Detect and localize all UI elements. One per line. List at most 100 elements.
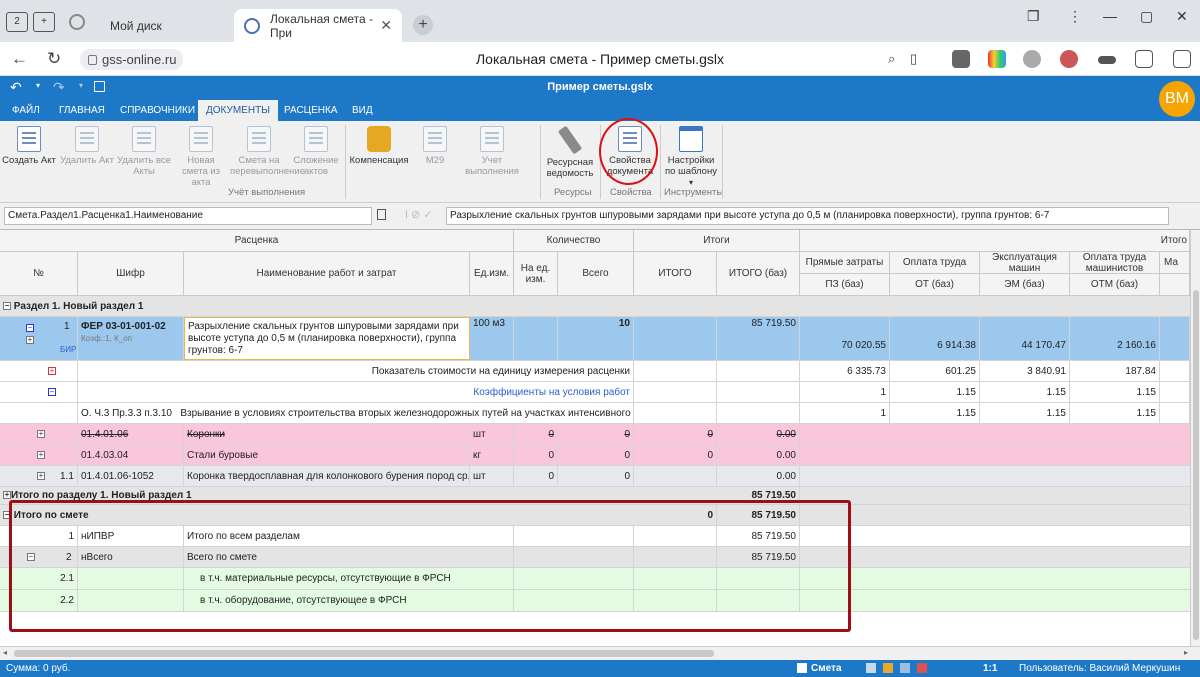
- unit-cell[interactable]: шт: [470, 424, 514, 444]
- delete-all-acts-button[interactable]: Удалить все Акты: [115, 126, 173, 177]
- tab-references[interactable]: СПРАВОЧНИКИ: [112, 100, 203, 121]
- scroll-left-icon[interactable]: ◂: [3, 648, 7, 657]
- collapse-icon[interactable]: −: [3, 302, 11, 311]
- expand-icon[interactable]: +: [37, 430, 45, 439]
- bookmark-icon[interactable]: ▯: [910, 51, 917, 67]
- table-row[interactable]: − Коэффициенты на условия работ 1 1.15 1…: [0, 382, 1190, 403]
- collapse-icon[interactable]: −: [26, 324, 34, 332]
- otm-cell[interactable]: 2 160.16: [1070, 317, 1160, 360]
- expand-icon[interactable]: +: [37, 472, 45, 481]
- compensation-button[interactable]: Компенсация: [348, 126, 410, 166]
- network-icon[interactable]: [866, 663, 876, 673]
- otm-cell[interactable]: 1.15: [1070, 382, 1160, 402]
- header-total[interactable]: Всего: [558, 252, 634, 296]
- itogo-baz-cell[interactable]: 0.00: [717, 466, 800, 486]
- delete-act-button[interactable]: Удалить Акт: [60, 126, 114, 166]
- user-avatar[interactable]: ВМ: [1159, 81, 1195, 117]
- pz-cell[interactable]: 70 020.55: [800, 317, 890, 360]
- scroll-right-icon[interactable]: ▸: [1184, 648, 1188, 657]
- reload-icon[interactable]: ↻: [47, 49, 61, 69]
- header-code[interactable]: Шифр: [78, 252, 184, 296]
- table-row[interactable]: +1.1 01.4.01.06-1052 Коронка твердосплав…: [0, 466, 1190, 487]
- collapse-icon[interactable]: −: [48, 388, 56, 397]
- pz-cell[interactable]: 1: [800, 382, 890, 402]
- header-pz-baz[interactable]: ПЗ (баз): [800, 274, 890, 296]
- header-otm-baz[interactable]: ОТМ (баз): [1070, 274, 1160, 296]
- ot-cell[interactable]: 601.25: [890, 361, 980, 381]
- resource-name[interactable]: Стали буровые: [184, 445, 470, 465]
- itogo-cell[interactable]: [634, 317, 717, 360]
- resource-code[interactable]: 01.4.01.06-1052: [78, 466, 184, 486]
- per-unit-cell[interactable]: [514, 317, 558, 360]
- tab-counter-badge[interactable]: 2: [6, 12, 28, 32]
- close-tab-icon[interactable]: ✕: [380, 17, 392, 34]
- whatsapp-icon[interactable]: [1023, 50, 1041, 68]
- horizontal-scrollbar[interactable]: ◂ ▸: [0, 646, 1200, 660]
- total-cell[interactable]: 0: [558, 424, 634, 444]
- total-cell[interactable]: 10: [558, 317, 634, 360]
- header-labor[interactable]: Оплата труда: [890, 252, 980, 274]
- tab-file[interactable]: ФАЙЛ: [4, 100, 48, 121]
- itogo-cell[interactable]: [634, 466, 717, 486]
- scrollbar-thumb[interactable]: [1193, 290, 1199, 640]
- zoom-scale[interactable]: 1:1: [983, 663, 997, 674]
- header-machines[interactable]: Эксплуатация машин: [980, 252, 1070, 274]
- header-machinist-labor[interactable]: Оплата труда машинистов: [1070, 252, 1160, 274]
- ot-cell[interactable]: 1.15: [890, 382, 980, 402]
- ma-cell[interactable]: [1160, 317, 1190, 360]
- tab-view[interactable]: ВИД: [344, 100, 381, 121]
- resource-code[interactable]: 01.4.03.04: [78, 445, 184, 465]
- expand-icon[interactable]: +: [3, 491, 11, 500]
- close-window-icon[interactable]: ✕: [1176, 8, 1188, 25]
- header-itogo-baz[interactable]: ИТОГО (баз): [717, 252, 800, 296]
- header-number[interactable]: №: [0, 252, 78, 296]
- table-row[interactable]: + 01.4.03.04 Стали буровые кг 0 0 0 0.00: [0, 445, 1190, 466]
- header-ot-baz[interactable]: ОТ (баз): [890, 274, 980, 296]
- pz-cell[interactable]: 1: [800, 403, 890, 423]
- save-icon[interactable]: [900, 663, 910, 673]
- search-icon[interactable]: ⌕: [888, 51, 895, 67]
- extension-icon[interactable]: [1060, 50, 1078, 68]
- section-row[interactable]: − Раздел 1. Новый раздел 1: [0, 296, 1190, 317]
- resource-code[interactable]: 01.4.01.06: [78, 424, 184, 444]
- download-icon[interactable]: [1098, 56, 1116, 64]
- name-cell-editing[interactable]: Разрыхление скальных грунтов шпуровыми з…: [184, 317, 470, 360]
- itogo-baz-cell[interactable]: 0.00: [717, 445, 800, 465]
- header-ma[interactable]: Ма: [1160, 252, 1190, 274]
- overrun-estimate-button[interactable]: Смета на перевыполнение: [230, 126, 305, 177]
- extension-icon[interactable]: [1135, 50, 1153, 68]
- minimize-icon[interactable]: —: [1103, 8, 1117, 24]
- table-row[interactable]: О. Ч.3 Пр.3.3 п.3.10 Взрывание в условия…: [0, 403, 1190, 424]
- status-mode[interactable]: Смета: [811, 663, 842, 674]
- vertical-scrollbar[interactable]: [1190, 230, 1200, 647]
- pz-cell[interactable]: 6 335.73: [800, 361, 890, 381]
- menu-icon[interactable]: ⋮: [1068, 8, 1082, 25]
- ot-cell[interactable]: 1.15: [890, 403, 980, 423]
- scrollbar-thumb[interactable]: [14, 650, 714, 657]
- tab-home[interactable]: ГЛАВНАЯ: [51, 100, 113, 121]
- total-cell[interactable]: 0: [558, 445, 634, 465]
- em-cell[interactable]: 44 170.47: [980, 317, 1070, 360]
- otm-cell[interactable]: 187.84: [1070, 361, 1160, 381]
- header-em-baz[interactable]: ЭМ (баз): [980, 274, 1070, 296]
- expand-icon[interactable]: +: [48, 367, 56, 376]
- header-itogo[interactable]: ИТОГО: [634, 252, 717, 296]
- unit-cell[interactable]: шт: [470, 466, 514, 486]
- extension-icon[interactable]: [952, 50, 970, 68]
- itogo-cell[interactable]: 0: [634, 445, 717, 465]
- header-direct-costs[interactable]: Прямые затраты: [800, 252, 890, 274]
- expand-icon[interactable]: +: [37, 451, 45, 460]
- unit-cell[interactable]: кг: [470, 445, 514, 465]
- cell-value-field[interactable]: Разрыхление скальных грунтов шпуровыми з…: [446, 207, 1169, 225]
- new-tab-group-icon[interactable]: +: [33, 12, 55, 32]
- bookmarks-icon[interactable]: ❐: [1027, 8, 1040, 25]
- em-cell[interactable]: 1.15: [980, 382, 1070, 402]
- header-per-unit[interactable]: На ед. изм.: [514, 252, 558, 296]
- em-cell[interactable]: 1.15: [980, 403, 1070, 423]
- table-row[interactable]: + Показатель стоимости на единицу измере…: [0, 361, 1190, 382]
- tab-rate[interactable]: РАСЦЕНКА: [276, 100, 345, 121]
- template-settings-button[interactable]: Настройки по шаблону ▾: [663, 126, 719, 188]
- coefficients-label[interactable]: Коэффициенты на условия работ: [78, 382, 634, 402]
- per-unit-cell[interactable]: 0: [514, 445, 558, 465]
- new-estimate-from-act-button[interactable]: Новая смета из акта: [180, 126, 222, 188]
